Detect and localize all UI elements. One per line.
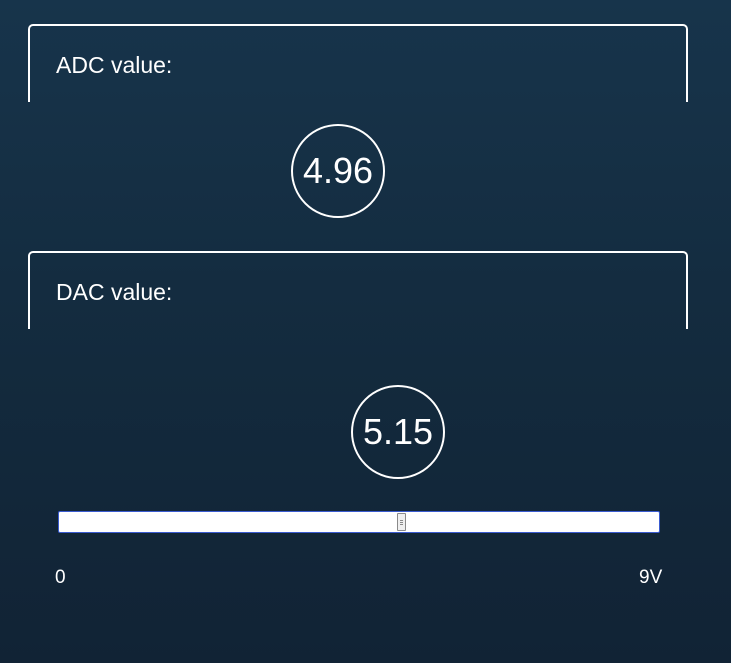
grip-line-icon: [400, 524, 403, 525]
slider-min-label: 0: [55, 567, 66, 588]
dac-slider[interactable]: [58, 511, 660, 533]
dac-card: DAC value:: [28, 251, 688, 329]
grip-line-icon: [400, 522, 403, 523]
adc-label: ADC value:: [56, 52, 173, 78]
dac-slider-thumb[interactable]: [397, 513, 406, 531]
slider-max-label: 9V: [639, 567, 663, 588]
dac-label: DAC value:: [56, 279, 173, 305]
grip-line-icon: [400, 520, 403, 521]
adc-value-display: 4.96: [291, 124, 385, 218]
dac-value-display: 5.15: [351, 385, 445, 479]
adc-card: ADC value:: [28, 24, 688, 102]
